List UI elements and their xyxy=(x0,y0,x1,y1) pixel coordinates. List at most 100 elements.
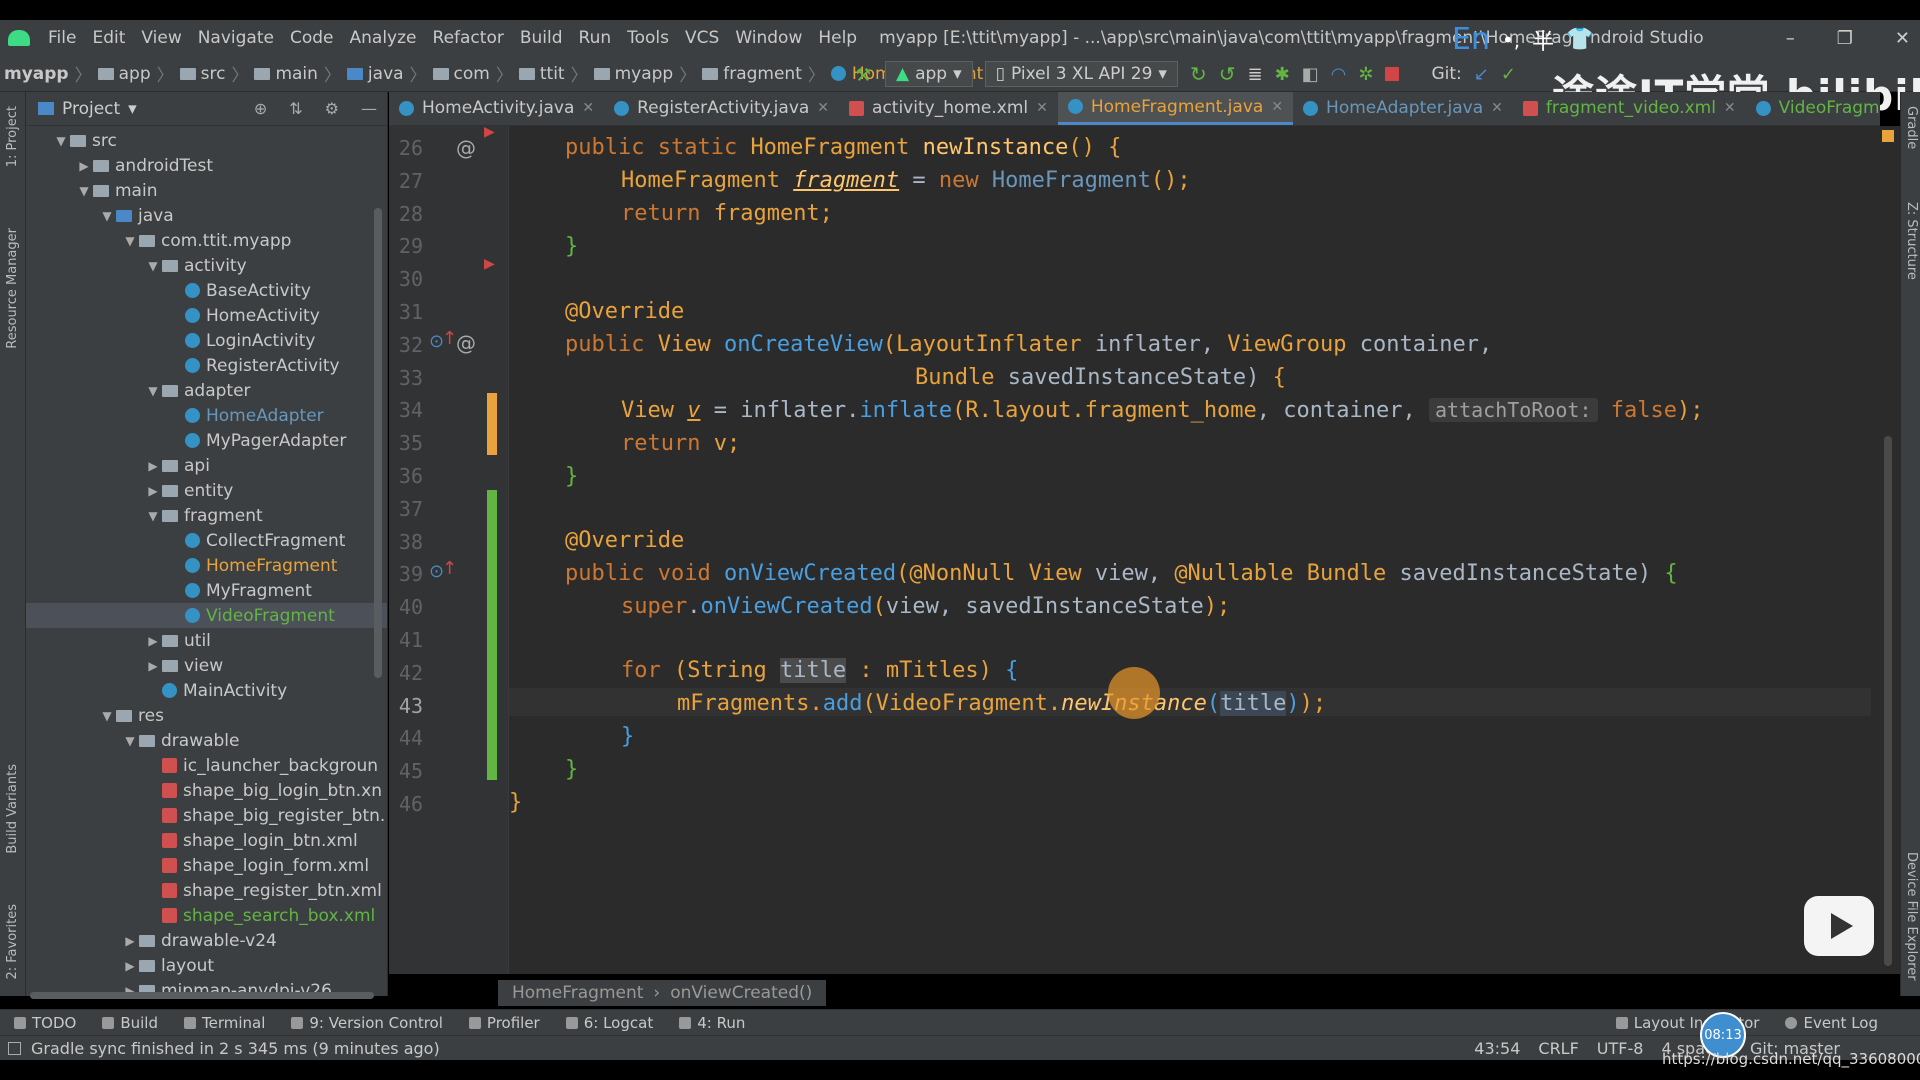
menu-edit[interactable]: Edit xyxy=(84,28,133,48)
line-number[interactable]: 26 xyxy=(389,136,423,160)
editor-tab[interactable]: HomeFragment.java ✕ xyxy=(1057,92,1294,125)
breadcrumb-class[interactable]: HomeFragment xyxy=(512,983,643,1003)
tree-item[interactable]: ▼ src xyxy=(26,128,387,153)
code-line-28[interactable]: return fragment; xyxy=(621,201,833,226)
tree-item[interactable]: ▶ androidTest xyxy=(26,153,387,178)
implementation-marker-icon[interactable]: @ xyxy=(456,331,476,355)
tool-window-button[interactable]: Build xyxy=(88,1014,170,1032)
collapse-all-icon[interactable]: ⇅ xyxy=(289,99,302,118)
line-number[interactable]: 42 xyxy=(389,661,423,685)
git-update-icon[interactable]: ↙ xyxy=(1474,64,1489,85)
tree-item[interactable]: MainActivity xyxy=(26,678,387,703)
code-line-43[interactable]: mFragments.add(VideoFragment.newInstance… xyxy=(677,691,1326,716)
editor-tab[interactable]: VideoFragment.java✕ xyxy=(1746,92,1880,125)
code-line-46[interactable]: } xyxy=(509,790,522,815)
code-line-35[interactable]: return v; xyxy=(621,431,740,456)
tree-item[interactable]: LoginActivity xyxy=(26,328,387,353)
menu-code[interactable]: Code xyxy=(282,28,342,48)
tree-item[interactable]: ▼ activity xyxy=(26,253,387,278)
tree-item[interactable]: ▼ res xyxy=(26,703,387,728)
breadcrumb-item[interactable]: src 〉 xyxy=(179,61,255,86)
code-line-36[interactable]: } xyxy=(565,464,578,489)
tree-item[interactable]: ▶ layout xyxy=(26,953,387,978)
collapsed-arrow-icon[interactable]: ▶ xyxy=(144,484,162,498)
line-number[interactable]: 30 xyxy=(389,267,423,291)
project-tool-tab[interactable]: 1: Project xyxy=(5,106,20,167)
caret-position[interactable]: 43:54 xyxy=(1474,1039,1520,1058)
code-line-26[interactable]: public static HomeFragment newInstance()… xyxy=(565,135,1121,160)
tool-window-button[interactable]: 6: Logcat xyxy=(552,1014,665,1032)
tree-item[interactable]: VideoFragment xyxy=(26,603,387,628)
tree-item[interactable]: shape_big_login_btn.xn xyxy=(26,778,387,803)
ime-width[interactable]: 半 xyxy=(1532,24,1554,56)
tree-item[interactable]: ▶ drawable-v24 xyxy=(26,928,387,953)
breadcrumb-method[interactable]: onViewCreated() xyxy=(670,983,812,1003)
tree-item[interactable]: ic_launcher_backgroun xyxy=(26,753,387,778)
code-line-42[interactable]: for (String title : mTitles) { xyxy=(621,658,1018,683)
expanded-arrow-icon[interactable]: ▼ xyxy=(144,509,162,523)
vcs-modified-marker[interactable] xyxy=(487,393,497,455)
code-editor[interactable] xyxy=(509,126,1880,974)
expanded-arrow-icon[interactable]: ▼ xyxy=(144,259,162,273)
close-tab-icon[interactable]: ✕ xyxy=(582,100,594,116)
menu-navigate[interactable]: Navigate xyxy=(190,28,282,48)
resource-manager-tab[interactable]: Resource Manager xyxy=(5,228,20,349)
status-message[interactable]: Gradle sync finished in 2 s 345 ms (9 mi… xyxy=(31,1039,440,1058)
coverage-icon[interactable]: ◧ xyxy=(1302,64,1319,85)
collapsed-arrow-icon[interactable]: ▶ xyxy=(144,659,162,673)
structure-tab[interactable]: Z: Structure xyxy=(1904,202,1919,280)
line-separator[interactable]: CRLF xyxy=(1538,1039,1578,1058)
code-line-31[interactable]: @Override xyxy=(565,299,684,324)
tree-item[interactable]: CollectFragment xyxy=(26,528,387,553)
menu-window[interactable]: Window xyxy=(727,28,810,48)
tree-item[interactable]: ▶ entity xyxy=(26,478,387,503)
code-line-27[interactable]: HomeFragment fragment = new HomeFragment… xyxy=(621,168,1191,193)
restore-button[interactable]: ❐ xyxy=(1837,28,1853,49)
ime-punct[interactable]: •, xyxy=(1502,28,1520,52)
expanded-arrow-icon[interactable]: ▼ xyxy=(52,134,70,148)
menu-help[interactable]: Help xyxy=(810,28,865,48)
editor-tab[interactable]: HomeAdapter.java ✕ xyxy=(1293,92,1513,125)
menu-build[interactable]: Build xyxy=(512,28,571,48)
breadcrumb-item[interactable]: com 〉 xyxy=(432,61,519,86)
layout-inspector-button[interactable]: Layout Inspector xyxy=(1602,1014,1772,1032)
device-select[interactable]: ▯ Pixel 3 XL API 29 ▾ xyxy=(984,61,1178,87)
line-number[interactable]: 27 xyxy=(389,169,423,193)
collapsed-arrow-icon[interactable]: ▶ xyxy=(144,634,162,648)
line-number[interactable]: 33 xyxy=(389,366,423,390)
status-icon[interactable] xyxy=(8,1041,21,1055)
collapsed-arrow-icon[interactable]: ▶ xyxy=(75,159,93,173)
apply-code-changes-icon[interactable]: ↺ xyxy=(1219,62,1236,86)
code-line-40[interactable]: super.onViewCreated(view, savedInstanceS… xyxy=(621,594,1230,619)
event-log-button[interactable]: Event Log xyxy=(1771,1014,1890,1032)
tree-horizontal-scrollbar[interactable] xyxy=(30,992,374,999)
menu-run[interactable]: Run xyxy=(571,28,620,48)
ime-skin-icon[interactable]: 👕 xyxy=(1566,27,1593,52)
expanded-arrow-icon[interactable]: ▼ xyxy=(98,209,116,223)
hide-icon[interactable]: — xyxy=(361,99,377,118)
breadcrumb-item[interactable]: myapp 〉 xyxy=(4,61,98,87)
code-line-44[interactable]: } xyxy=(621,724,634,749)
tool-window-button[interactable]: TODO xyxy=(0,1014,88,1032)
breadcrumb-item[interactable]: java 〉 xyxy=(346,61,433,86)
breadcrumb-item[interactable]: fragment 〉 xyxy=(702,61,831,86)
line-number[interactable]: 34 xyxy=(389,398,423,422)
expanded-arrow-icon[interactable]: ▼ xyxy=(75,184,93,198)
video-play-icon[interactable] xyxy=(1804,896,1874,956)
tree-item[interactable]: ▶ view xyxy=(26,653,387,678)
code-line-34[interactable]: View v = inflater.inflate(R.layout.fragm… xyxy=(621,398,1704,423)
tree-item[interactable]: shape_login_btn.xml xyxy=(26,828,387,853)
menu-refactor[interactable]: Refactor xyxy=(425,28,512,48)
favorites-tab[interactable]: 2: Favorites xyxy=(5,904,20,980)
editor-tab[interactable]: HomeActivity.java ✕ xyxy=(389,92,604,125)
menu-tools[interactable]: Tools xyxy=(619,28,677,48)
override-arrow-icon[interactable]: ↑ xyxy=(442,558,457,579)
editor-tab[interactable]: RegisterActivity.java ✕ xyxy=(604,92,839,125)
line-number[interactable]: 28 xyxy=(389,202,423,226)
close-tab-icon[interactable]: ✕ xyxy=(1724,100,1736,116)
editor-tab[interactable]: activity_home.xml ✕ xyxy=(839,92,1058,125)
code-line-39[interactable]: public void onViewCreated(@NonNull View … xyxy=(565,561,1678,586)
git-commit-icon[interactable]: ✓ xyxy=(1501,64,1516,85)
ime-lang[interactable]: En xyxy=(1452,22,1490,57)
debug-icon[interactable]: ✱ xyxy=(1275,64,1290,85)
